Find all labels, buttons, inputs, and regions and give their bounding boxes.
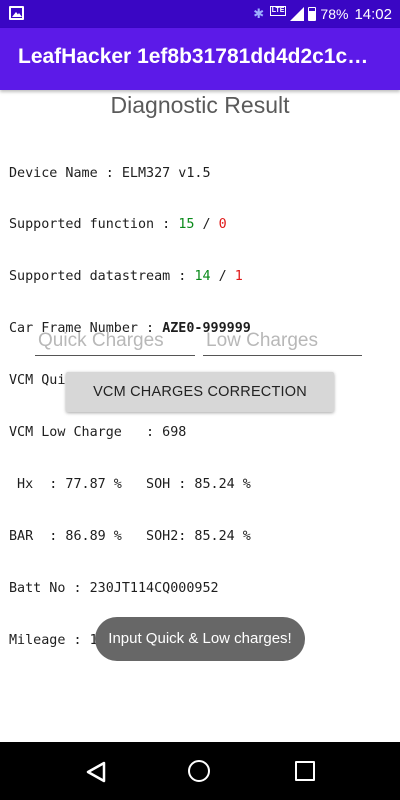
low-charges-input[interactable]: [203, 326, 362, 356]
device-name-value: ELM327 v1.5: [121, 165, 211, 181]
battery-percent: 78%: [320, 6, 349, 22]
quick-charges-input[interactable]: [35, 326, 195, 356]
app-title: LeafHacker 1ef8b31781dd4d2c1c…: [18, 45, 369, 68]
supported-function-sep: /: [194, 217, 219, 233]
supported-datastream-sep: /: [210, 269, 235, 285]
device-name-row: Device Name : ELM327 v1.5: [9, 165, 251, 182]
supported-datastream-ok: 14: [194, 269, 211, 285]
status-icons: ✱ LTE 78% 14:02: [252, 0, 392, 28]
supported-function-row: Supported function : 15 / 0: [9, 216, 251, 233]
status-bar: ✱ LTE 78% 14:02: [0, 0, 400, 28]
supported-function-label: Supported function :: [9, 217, 179, 233]
bar-soh2-row: BAR : 86.89 % SOH2: 85.24 %: [9, 528, 251, 544]
vcm-charges-correction-button[interactable]: VCM CHARGES CORRECTION: [66, 372, 334, 412]
back-icon[interactable]: [86, 761, 106, 783]
supported-datastream-row: Supported datastream : 14 / 1: [9, 268, 251, 285]
hx-soh-row: Hx : 77.87 % SOH : 85.24 %: [9, 476, 251, 492]
battery-icon: [308, 7, 317, 21]
page-title: Diagnostic Result: [110, 92, 290, 118]
gallery-icon: [9, 6, 24, 20]
bluetooth-icon: ✱: [253, 6, 265, 21]
batt-no-row: Batt No : 230JT114CQ000952: [9, 580, 219, 596]
vcm-low-charge-row: VCM Low Charge : 698: [9, 425, 187, 441]
clock: 14:02: [354, 5, 392, 23]
navigation-bar: [0, 742, 400, 800]
app-toolbar: LeafHacker 1ef8b31781dd4d2c1c…: [0, 28, 400, 90]
supported-function-fail: 0: [218, 217, 227, 233]
recents-icon[interactable]: [295, 761, 315, 781]
device-name-label: Device Name :: [9, 165, 122, 181]
lte-icon: LTE: [269, 6, 287, 16]
toast-message: Input Quick & Low charges!: [95, 617, 305, 661]
supported-datastream-label: Supported datastream :: [9, 269, 195, 285]
home-icon[interactable]: [188, 760, 210, 782]
supported-datastream-fail: 1: [234, 269, 243, 285]
signal-icon: [290, 7, 305, 21]
supported-function-ok: 15: [178, 217, 195, 233]
